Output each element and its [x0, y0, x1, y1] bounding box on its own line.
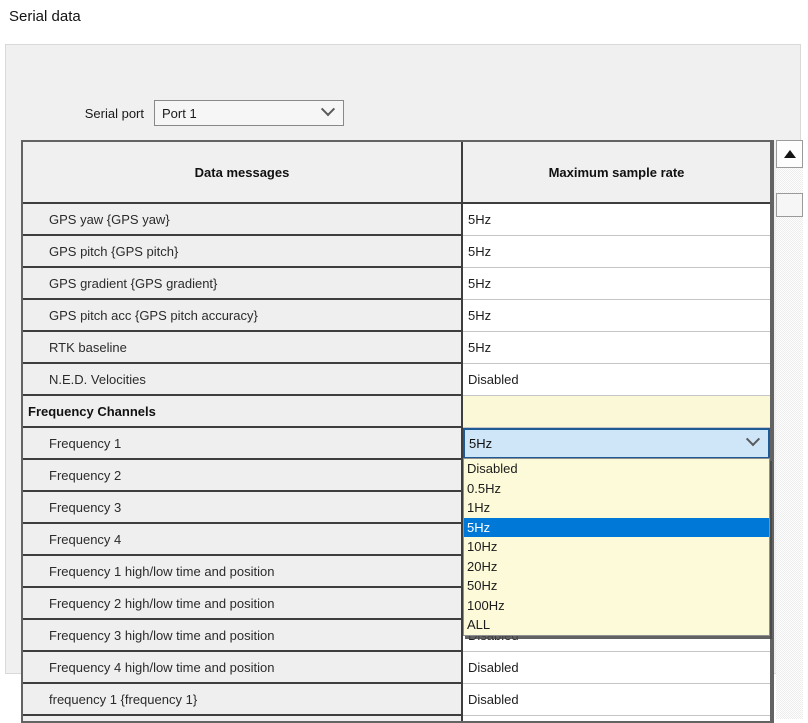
section-header-cell[interactable]: Frequency Channels [23, 396, 463, 428]
arrow-up-icon [784, 150, 796, 158]
table-row: Frequency Channels [23, 396, 770, 428]
table-row: GPS yaw {GPS yaw}5Hz [23, 204, 770, 236]
data-message-cell[interactable]: GPS yaw {GPS yaw} [23, 204, 463, 236]
serial-port-value: Port 1 [162, 106, 197, 121]
sample-rate-cell[interactable]: 5Hz [463, 332, 770, 364]
data-message-cell[interactable]: Frequency 2 [23, 460, 463, 492]
sample-rate-cell[interactable]: Disabled [463, 652, 770, 684]
data-message-cell[interactable]: Frequency 3 [23, 492, 463, 524]
page-title: Serial data [9, 8, 81, 25]
table-row: RTK baseline5Hz [23, 332, 770, 364]
table-row [23, 716, 770, 723]
column-header-data-messages: Data messages [23, 142, 463, 202]
dropdown-option[interactable]: 10Hz [464, 537, 769, 557]
chevron-down-icon [746, 432, 760, 446]
data-message-cell[interactable]: frequency 1 {frequency 1} [23, 684, 463, 716]
sample-rate-cell[interactable]: 5Hz [463, 300, 770, 332]
table-row: GPS pitch acc {GPS pitch accuracy}5Hz [23, 300, 770, 332]
dropdown-option[interactable]: 50Hz [464, 576, 769, 596]
data-message-cell[interactable]: Frequency 1 high/low time and position [23, 556, 463, 588]
dropdown-option[interactable]: 100Hz [464, 596, 769, 616]
sample-rate-cell[interactable] [463, 716, 770, 723]
sample-rate-cell[interactable]: 5Hz [463, 268, 770, 300]
sample-rate-cell[interactable]: Disabled [463, 684, 770, 716]
serial-port-select[interactable]: Port 1 [154, 100, 344, 126]
scrollbar-up-button[interactable] [776, 140, 803, 168]
table-row: GPS pitch {GPS pitch}5Hz [23, 236, 770, 268]
sample-rate-combobox[interactable]: 5Hz [463, 428, 770, 459]
dropdown-option[interactable]: 1Hz [464, 498, 769, 518]
serial-port-label: Serial port [56, 106, 144, 121]
data-message-cell[interactable] [23, 716, 463, 723]
data-message-cell[interactable]: GPS gradient {GPS gradient} [23, 268, 463, 300]
table-row: frequency 1 {frequency 1}Disabled [23, 684, 770, 716]
table-row: Frequency 4 high/low time and positionDi… [23, 652, 770, 684]
sample-rate-cell[interactable]: Disabled [463, 364, 770, 396]
data-message-cell[interactable]: N.E.D. Velocities [23, 364, 463, 396]
table-row: Frequency 1 5Hz [23, 428, 770, 460]
chevron-down-icon [321, 102, 335, 116]
dropdown-option[interactable]: ALL [464, 615, 769, 635]
data-message-cell[interactable]: Frequency 4 [23, 524, 463, 556]
data-message-cell[interactable]: GPS pitch {GPS pitch} [23, 236, 463, 268]
data-message-cell[interactable]: Frequency 2 high/low time and position [23, 588, 463, 620]
data-message-cell[interactable]: RTK baseline [23, 332, 463, 364]
serial-data-panel: Serial port Port 1 Data messages Maximum… [5, 44, 801, 674]
table-header-row: Data messages Maximum sample rate [23, 142, 770, 204]
combobox-value: 5Hz [469, 436, 492, 451]
dropdown-option[interactable]: 20Hz [464, 557, 769, 577]
table-row: GPS gradient {GPS gradient}5Hz [23, 268, 770, 300]
data-message-cell[interactable]: Frequency 1 [23, 428, 463, 460]
sample-rate-cell[interactable]: 5Hz [463, 236, 770, 268]
sample-rate-cell[interactable]: 5Hz [463, 204, 770, 236]
data-message-cell[interactable]: Frequency 4 high/low time and position [23, 652, 463, 684]
column-header-max-sample-rate: Maximum sample rate [463, 142, 770, 202]
table-scrollbar[interactable] [776, 140, 803, 719]
data-message-cell[interactable]: GPS pitch acc {GPS pitch accuracy} [23, 300, 463, 332]
sample-rate-cell[interactable] [463, 396, 770, 428]
sample-rate-dropdown-list[interactable]: Disabled0.5Hz1Hz5Hz10Hz20Hz50Hz100HzALL [463, 458, 770, 636]
dropdown-option[interactable]: 0.5Hz [464, 479, 769, 499]
dropdown-option[interactable]: Disabled [464, 459, 769, 479]
sample-rate-cell[interactable]: 5Hz [463, 428, 770, 460]
dropdown-option[interactable]: 5Hz [464, 518, 769, 538]
scrollbar-thumb[interactable] [776, 193, 803, 217]
table-row: N.E.D. VelocitiesDisabled [23, 364, 770, 396]
data-message-cell[interactable]: Frequency 3 high/low time and position [23, 620, 463, 652]
